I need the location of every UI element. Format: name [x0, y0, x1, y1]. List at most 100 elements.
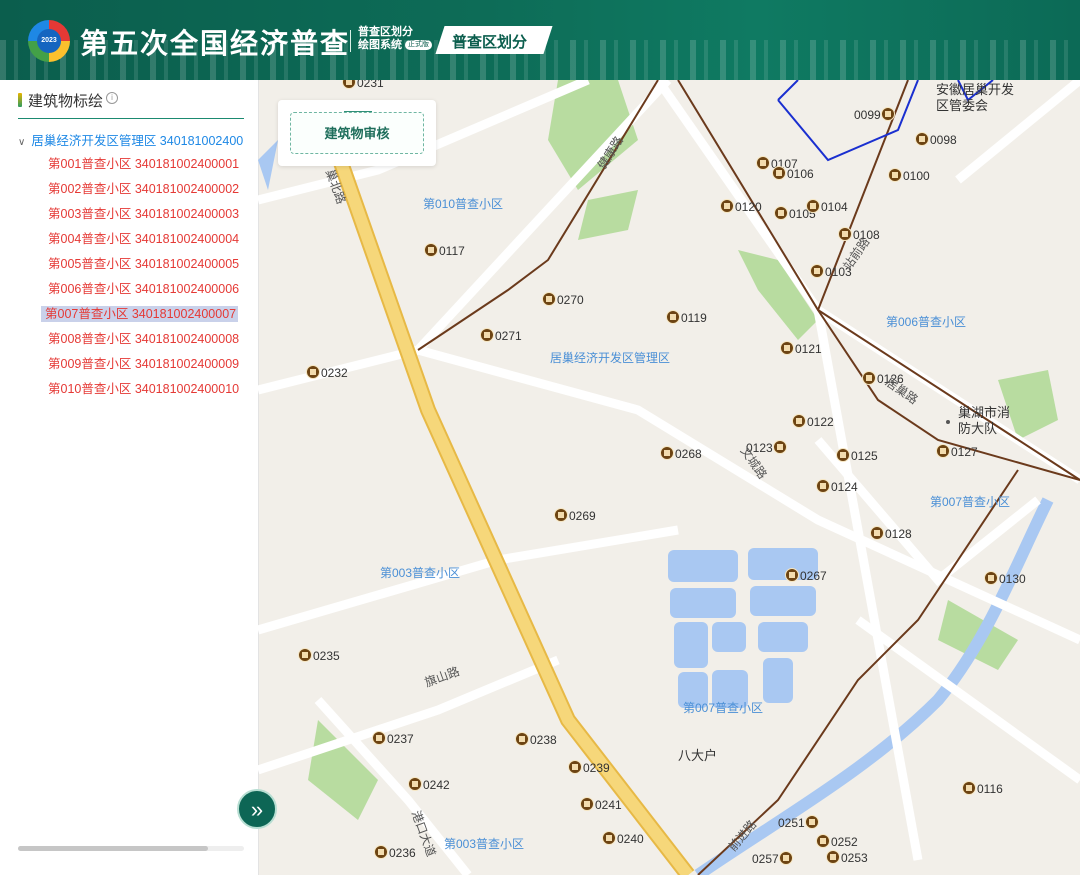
tree-node-007-selected[interactable]: 第007普查小区 340181002400007	[18, 302, 248, 327]
building-marker[interactable]: 0119	[666, 310, 707, 325]
building-icon	[666, 310, 680, 324]
building-icon	[660, 446, 674, 460]
tree-node-label[interactable]: 第004普查小区 340181002400004	[48, 232, 239, 246]
building-marker[interactable]: 0251	[778, 815, 820, 830]
building-icon	[298, 648, 312, 662]
panel-title-accent	[18, 93, 22, 107]
tree-node-label[interactable]: 第001普查小区 340181002400001	[48, 157, 239, 171]
building-marker[interactable]: 0252	[816, 834, 858, 849]
tree-node-label[interactable]: 第010普查小区 340181002400010	[48, 382, 239, 396]
building-icon	[826, 850, 840, 864]
building-marker[interactable]: 0106	[772, 166, 814, 181]
building-id: 0120	[735, 200, 762, 214]
building-marker[interactable]: 0125	[836, 448, 878, 463]
building-marker[interactable]: 0122	[792, 414, 834, 429]
tree-node-label[interactable]: 第006普查小区 340181002400006	[48, 282, 239, 296]
tree-node-005[interactable]: 第005普查小区 340181002400005	[18, 252, 248, 277]
building-icon	[816, 834, 830, 848]
tree-node-003[interactable]: 第003普查小区 340181002400003	[18, 202, 248, 227]
building-marker[interactable]: 0098	[915, 132, 957, 147]
building-marker[interactable]: 0238	[515, 732, 557, 747]
tree-node-label[interactable]: 第005普查小区 340181002400005	[48, 257, 239, 271]
building-marker[interactable]: 0099	[854, 107, 896, 122]
building-audit-button[interactable]: 建筑物审核	[290, 112, 424, 154]
tree-root-label[interactable]: 居巢经济开发区管理区 340181002400	[31, 134, 243, 148]
building-id: 0251	[778, 816, 805, 830]
building-marker[interactable]: 0130	[984, 571, 1026, 586]
area-label: 第003普查小区	[444, 837, 525, 851]
building-id: 0098	[930, 133, 957, 147]
tree-node-002[interactable]: 第002普查小区 340181002400002	[18, 177, 248, 202]
expand-panel-button[interactable]: »	[237, 789, 277, 829]
building-id: 0268	[675, 447, 702, 461]
building-marker[interactable]: 0235	[298, 648, 340, 663]
building-marker[interactable]: 0231	[342, 80, 384, 90]
tree-node-006[interactable]: 第006普查小区 340181002400006	[18, 277, 248, 302]
building-id: 0122	[807, 415, 834, 429]
tree-node-001[interactable]: 第001普查小区 340181002400001	[18, 152, 248, 177]
building-icon	[810, 264, 824, 278]
building-icon	[915, 132, 929, 146]
building-marker[interactable]: 0236	[374, 845, 416, 860]
tree-node-label[interactable]: 第009普查小区 340181002400009	[48, 357, 239, 371]
building-marker[interactable]: 0104	[806, 199, 848, 214]
building-marker[interactable]: 0257	[752, 851, 794, 866]
building-marker[interactable]: 0269	[554, 508, 596, 523]
building-marker[interactable]: 0241	[580, 797, 622, 812]
building-id: 0240	[617, 832, 644, 846]
tree-node-label[interactable]: 第002普查小区 340181002400002	[48, 182, 239, 196]
area-label: 第010普查小区	[423, 197, 504, 211]
tree-node-label[interactable]: 第008普查小区 340181002400008	[48, 332, 239, 346]
tree-node-004[interactable]: 第004普查小区 340181002400004	[18, 227, 248, 252]
building-icon	[424, 243, 438, 257]
building-id: 0116	[977, 782, 1003, 796]
horizontal-scrollbar[interactable]	[18, 846, 244, 851]
building-marker[interactable]: 0240	[602, 831, 644, 846]
tree-node-label[interactable]: 第003普查小区 340181002400003	[48, 207, 239, 221]
building-icon	[374, 845, 388, 859]
building-marker[interactable]: 0120	[720, 199, 762, 214]
building-marker[interactable]: 0239	[568, 760, 610, 775]
building-marker[interactable]: 0270	[542, 292, 584, 307]
building-marker[interactable]: 0271	[480, 328, 522, 343]
area-label: 第003普查小区	[380, 566, 461, 580]
building-id: 0267	[800, 569, 827, 583]
area-label: 第007普查小区	[930, 495, 1011, 509]
building-marker[interactable]: 0100	[888, 168, 930, 183]
building-marker[interactable]: 0127	[936, 444, 978, 459]
building-icon	[806, 199, 820, 213]
building-marker[interactable]: 0116	[962, 781, 1003, 796]
building-marker[interactable]: 0128	[870, 526, 912, 541]
tree-node-label[interactable]: 第007普查小区 340181002400007	[41, 306, 239, 322]
tree-node-009[interactable]: 第009普查小区 340181002400009	[18, 352, 248, 377]
building-icon	[408, 777, 422, 791]
map-canvas[interactable]: 0231 0099 0098 0107 0106 0100 0120 0105 …	[258, 80, 1080, 875]
building-icon	[480, 328, 494, 342]
tree-root-node[interactable]: ∨ 居巢经济开发区管理区 340181002400	[18, 130, 248, 152]
app-title: 第五次全国经济普查	[80, 28, 351, 59]
building-marker[interactable]: 0242	[408, 777, 450, 792]
building-marker[interactable]: 0237	[372, 731, 414, 746]
building-icon	[772, 440, 787, 454]
building-marker[interactable]: 0253	[826, 850, 868, 865]
building-marker[interactable]: 0117	[424, 243, 465, 258]
pond	[763, 658, 793, 703]
module-tab-label[interactable]: 普查区划分	[452, 31, 527, 52]
building-marker[interactable]: 0267	[785, 568, 827, 583]
building-id: 0236	[389, 846, 416, 860]
building-icon	[778, 851, 793, 865]
building-marker[interactable]: 0121	[780, 341, 822, 356]
building-icon	[580, 797, 594, 811]
building-marker[interactable]: 0232	[306, 365, 348, 380]
building-id: 0239	[583, 761, 610, 775]
scrollbar-thumb[interactable]	[18, 846, 208, 851]
building-icon	[554, 508, 568, 522]
pond	[668, 550, 738, 582]
place-dot	[946, 420, 950, 424]
info-icon[interactable]: i	[106, 92, 118, 104]
building-marker[interactable]: 0124	[816, 479, 858, 494]
tree-node-010[interactable]: 第010普查小区 340181002400010	[18, 377, 248, 402]
tree-node-008[interactable]: 第008普查小区 340181002400008	[18, 327, 248, 352]
building-marker[interactable]: 0268	[660, 446, 702, 461]
chevron-down-icon[interactable]: ∨	[18, 137, 25, 148]
